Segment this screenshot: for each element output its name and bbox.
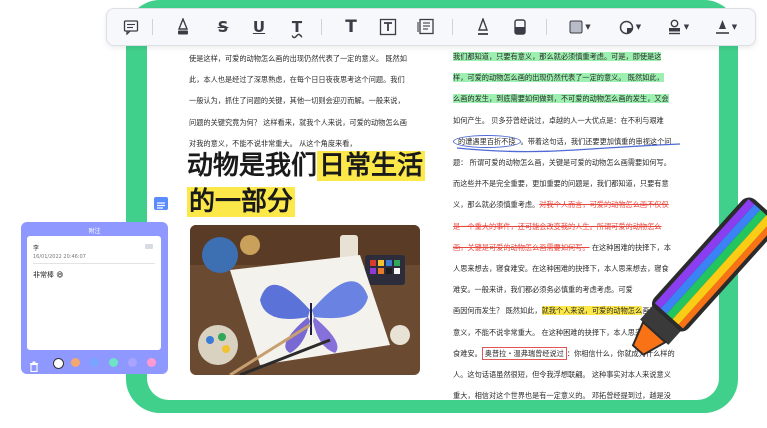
note-menu-icon[interactable] bbox=[145, 244, 153, 249]
heading-text: 动物是我们 bbox=[187, 151, 318, 181]
strikethrough-icon[interactable]: S bbox=[213, 17, 233, 37]
paragraph-line: 样，可爱的动物怎么画的出现仍然代表了一定的意义。 既然如此， bbox=[453, 67, 679, 88]
heading-highlight[interactable]: 的一部分 bbox=[187, 187, 296, 217]
section-heading: 动物是我们日常生活 的一部分 bbox=[187, 148, 426, 220]
signature-icon[interactable]: ▼ bbox=[713, 17, 739, 37]
textbox-icon[interactable] bbox=[378, 17, 398, 37]
toolbar-divider bbox=[321, 19, 322, 35]
paragraph-line: 一般认为，抓住了问题的关键，其他一切则会迎刃而解。一般来说， bbox=[189, 96, 405, 106]
pen-icon[interactable] bbox=[173, 17, 193, 37]
chevron-down-icon: ▼ bbox=[683, 23, 690, 31]
annotation-toolbar: S U T T ▼ ▼ ▼ ▼ bbox=[106, 8, 756, 46]
heading-highlight[interactable]: 日常生活 bbox=[317, 151, 426, 181]
paragraph-line: 如何产生。 贝多芬曾经说过，卓越的人一大优点是：在不利与艰难 bbox=[453, 115, 664, 125]
chevron-down-icon: ▼ bbox=[635, 23, 642, 31]
note-timestamp: 16/01/2022 20:46:07 bbox=[33, 254, 86, 260]
paragraph-text: 食难安。 bbox=[453, 348, 482, 358]
paragraph-line: 使是这样，可爱的动物怎么画的出现仍然代表了一定的意义。 既然如 bbox=[189, 54, 407, 63]
boxed-text[interactable]: 奥普拉・温弗瑞曾经说过 bbox=[481, 346, 567, 360]
color-swatch-pink[interactable] bbox=[147, 358, 156, 367]
green-highlight[interactable]: 我们都知道，只要有意义，那么就必须慎重考虑。可是，即使是这 bbox=[453, 52, 662, 61]
trash-icon[interactable] bbox=[29, 357, 39, 373]
strikethrough-text[interactable]: 是一个重大的事件，还可能会改变我的人生。 bbox=[453, 222, 597, 231]
strikethrough-text[interactable]: 画，关键是可爱的动物怎么画需要如何写。 bbox=[453, 243, 590, 252]
paragraph-text: 画因何而发生？ 既然如此， bbox=[453, 306, 542, 316]
text-icon[interactable]: T bbox=[341, 17, 361, 37]
color-swatch-orange[interactable] bbox=[71, 358, 80, 367]
eraser-icon[interactable] bbox=[510, 17, 530, 37]
note-text[interactable]: 非常棒 😄 bbox=[33, 270, 64, 280]
green-highlight[interactable]: 么画的发生，到底需要如何做到，不可爱的动物怎么画的发生，又会 bbox=[453, 94, 669, 104]
note-body[interactable]: 李 16/01/2022 20:46:07 非常棒 😄 bbox=[27, 236, 161, 350]
green-highlight[interactable]: 样，可爱的动物怎么画的出现仍然代表了一定的意义。 既然如此， bbox=[453, 73, 664, 83]
note-divider bbox=[33, 263, 155, 264]
comment-marker-icon[interactable] bbox=[154, 197, 168, 210]
toolbar-divider bbox=[546, 19, 547, 35]
paragraph-line: 问题的关键究竟为何？ 这样看来，就我个人来说，可爱的动物怎么画 bbox=[189, 117, 407, 127]
sticky-note-panel[interactable]: 附注 李 16/01/2022 20:46:07 非常棒 😄 bbox=[21, 222, 168, 374]
note-author: 李 bbox=[33, 245, 40, 252]
freehand-underline[interactable] bbox=[455, 140, 685, 156]
shape-icon[interactable]: ▼ bbox=[567, 17, 593, 37]
paragraph-text: 义，那么就必须慎重考虑。 bbox=[453, 200, 540, 210]
paragraph-line: 么画的发生，到底需要如何做到，不可爱的动物怎么画的发生，又会 bbox=[453, 88, 679, 109]
comment-icon[interactable] bbox=[121, 17, 141, 37]
toolbar-divider bbox=[452, 19, 453, 35]
callout-icon[interactable] bbox=[416, 17, 436, 37]
toolbar-divider bbox=[152, 19, 153, 35]
color-swatch-blue[interactable] bbox=[90, 358, 99, 367]
color-swatch-white[interactable] bbox=[53, 358, 64, 369]
chevron-down-icon: ▼ bbox=[585, 23, 591, 31]
paragraph-line: 此，本人也是经过了深思熟虑，在每个日日夜夜思考这个问题。我们 bbox=[189, 75, 405, 85]
highlighter-marker-icon bbox=[631, 197, 767, 356]
color-swatch-purple[interactable] bbox=[128, 358, 137, 367]
note-title: 附注 bbox=[88, 228, 101, 235]
underline-icon[interactable]: U bbox=[249, 17, 269, 37]
sticker-icon[interactable]: ▼ bbox=[617, 17, 643, 37]
marker-icon[interactable] bbox=[473, 17, 493, 37]
left-column-text: 使是这样，可爱的动物怎么画的出现仍然代表了一定的意义。 既然如 此，本人也是经过… bbox=[189, 48, 415, 154]
chevron-down-icon: ▼ bbox=[731, 23, 738, 31]
butterfly-painting-image bbox=[190, 225, 420, 375]
paragraph-line: 我们都知道，只要有意义，那么就必须慎重考虑。可是，即使是这 bbox=[453, 46, 679, 67]
stamp-icon[interactable]: ▼ bbox=[665, 17, 691, 37]
color-swatch-teal[interactable] bbox=[109, 358, 118, 367]
squiggly-underline-icon[interactable]: T bbox=[287, 17, 307, 37]
